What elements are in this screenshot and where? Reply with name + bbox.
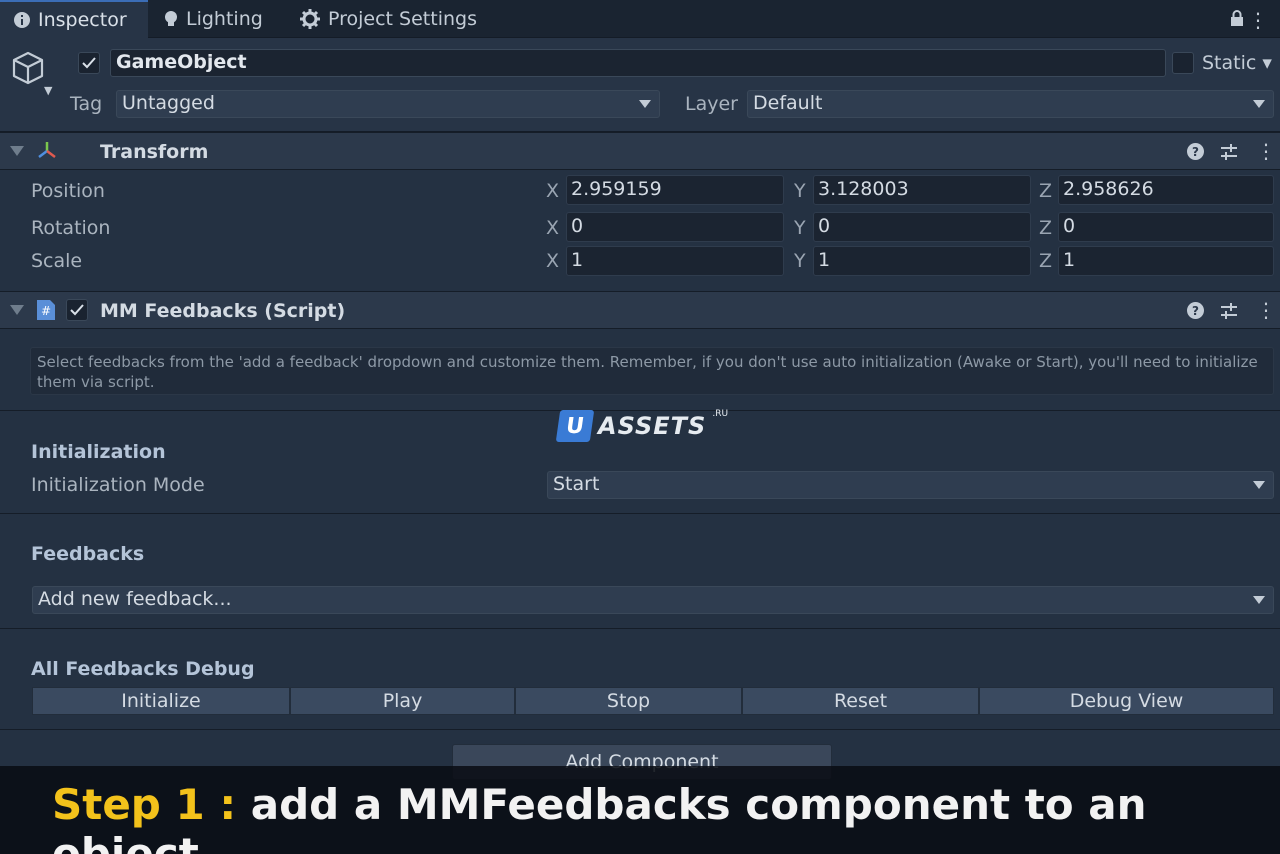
rotation-label: Rotation [31,217,111,239]
scale-z-field[interactable]: 1 [1058,246,1274,276]
divider [0,628,1280,629]
window-tab-bar: Inspector Lighting Project Settings ⋮ [0,0,1280,38]
cube-icon [10,50,46,90]
debug-view-button[interactable]: Debug View [979,687,1274,715]
caption-step: Step 1 : [52,780,237,829]
layer-label: Layer [685,93,738,115]
add-feedback-dropdown[interactable]: Add new feedback... [32,586,1274,614]
reset-button[interactable]: Reset [742,687,979,715]
tag-label: Tag [70,93,103,115]
static-label: Static [1202,52,1257,74]
tab-project-settings[interactable]: Project Settings [286,0,496,38]
tab-lighting[interactable]: Lighting [150,0,282,38]
feedbacks-title: Feedbacks [31,543,145,565]
rotation-z-field[interactable]: 0 [1058,212,1274,242]
lock-icon[interactable] [1230,10,1244,30]
transform-body: Position X 2.959159 Y 3.128003 Z 2.95862… [0,170,1280,291]
axis-z-label: Z [1039,180,1053,202]
axis-x-label: X [546,250,560,272]
mmfeedbacks-title: MM Feedbacks (Script) [100,300,346,322]
position-y-field[interactable]: 3.128003 [813,175,1031,205]
axis-y-label: Y [794,250,806,272]
layer-dropdown[interactable]: Default [747,90,1274,118]
tab-label: Project Settings [328,8,477,30]
chevron-down-icon [1253,100,1265,108]
scale-x-field[interactable]: 1 [566,246,784,276]
initialization-mode-dropdown[interactable]: Start [547,471,1274,499]
axis-x-label: X [546,180,560,202]
foldout-icon[interactable] [10,146,24,156]
watermark-text: ASSETS [598,412,707,440]
transform-header[interactable]: Transform ? ⋮ [0,132,1280,170]
watermark-letter: U [555,410,595,442]
presets-icon[interactable] [1220,143,1238,165]
mmfeedbacks-header[interactable]: # MM Feedbacks (Script) ? ⋮ [0,291,1280,329]
position-x-field[interactable]: 2.959159 [566,175,784,205]
rotation-x-field[interactable]: 0 [566,212,784,242]
presets-icon[interactable] [1220,302,1238,324]
bulb-icon [164,10,178,28]
chevron-down-icon[interactable]: ▼ [44,84,52,97]
rotation-y-field[interactable]: 0 [813,212,1031,242]
chevron-down-icon [1253,481,1265,489]
kebab-menu-icon[interactable]: ⋮ [1256,139,1276,163]
initialization-title: Initialization [31,441,166,463]
help-icon[interactable]: ? [1187,302,1204,319]
play-button[interactable]: Play [290,687,515,715]
chevron-down-icon [1253,596,1265,604]
tag-value: Untagged [122,92,215,114]
caption: Step 1 : add a MMFeedbacks component to … [52,780,1280,854]
tab-label: Inspector [38,9,127,31]
layer-value: Default [753,92,823,114]
watermark-suffix: .RU [712,409,729,419]
script-icon: # [36,299,56,325]
active-checkbox[interactable] [78,52,100,74]
axis-z-label: Z [1039,250,1053,272]
axis-y-label: Y [794,217,806,239]
initialization-mode-label: Initialization Mode [31,474,205,496]
tab-label: Lighting [186,8,263,30]
transform-title: Transform [100,141,209,163]
scale-label: Scale [31,250,83,272]
axis-z-label: Z [1039,217,1053,239]
script-enabled-checkbox[interactable] [66,299,88,321]
gameobject-header: ▼ GameObject Static ▾ Tag Untagged Layer… [0,38,1280,132]
gear-icon [300,9,320,29]
scale-y-field[interactable]: 1 [813,246,1031,276]
tag-dropdown[interactable]: Untagged [116,90,660,118]
help-icon[interactable]: ? [1187,143,1204,160]
watermark-logo: U ASSETS .RU [555,409,729,442]
stop-button[interactable]: Stop [515,687,742,715]
axis-y-label: Y [794,180,806,202]
divider [0,513,1280,514]
initialize-button[interactable]: Initialize [32,687,290,715]
object-name-input[interactable]: GameObject [110,49,1166,77]
static-checkbox[interactable] [1172,52,1194,74]
divider [0,729,1280,730]
transform-icon [36,140,58,166]
kebab-menu-icon[interactable]: ⋮ [1248,8,1268,32]
debug-title: All Feedbacks Debug [31,658,255,680]
help-box: Select feedbacks from the 'add a feedbac… [30,347,1274,395]
tab-inspector[interactable]: Inspector [0,0,148,38]
add-feedback-value: Add new feedback... [38,588,232,610]
svg-text:#: # [41,304,51,318]
position-label: Position [31,180,105,202]
position-z-field[interactable]: 2.958626 [1058,175,1274,205]
axis-x-label: X [546,217,560,239]
foldout-icon[interactable] [10,305,24,315]
initialization-mode-value: Start [553,473,600,495]
kebab-menu-icon[interactable]: ⋮ [1256,298,1276,322]
chevron-down-icon [639,100,651,108]
debug-button-row: Initialize Play Stop Reset Debug View [32,687,1274,715]
info-icon [14,12,30,28]
static-dropdown[interactable]: Static ▾ [1202,52,1272,74]
